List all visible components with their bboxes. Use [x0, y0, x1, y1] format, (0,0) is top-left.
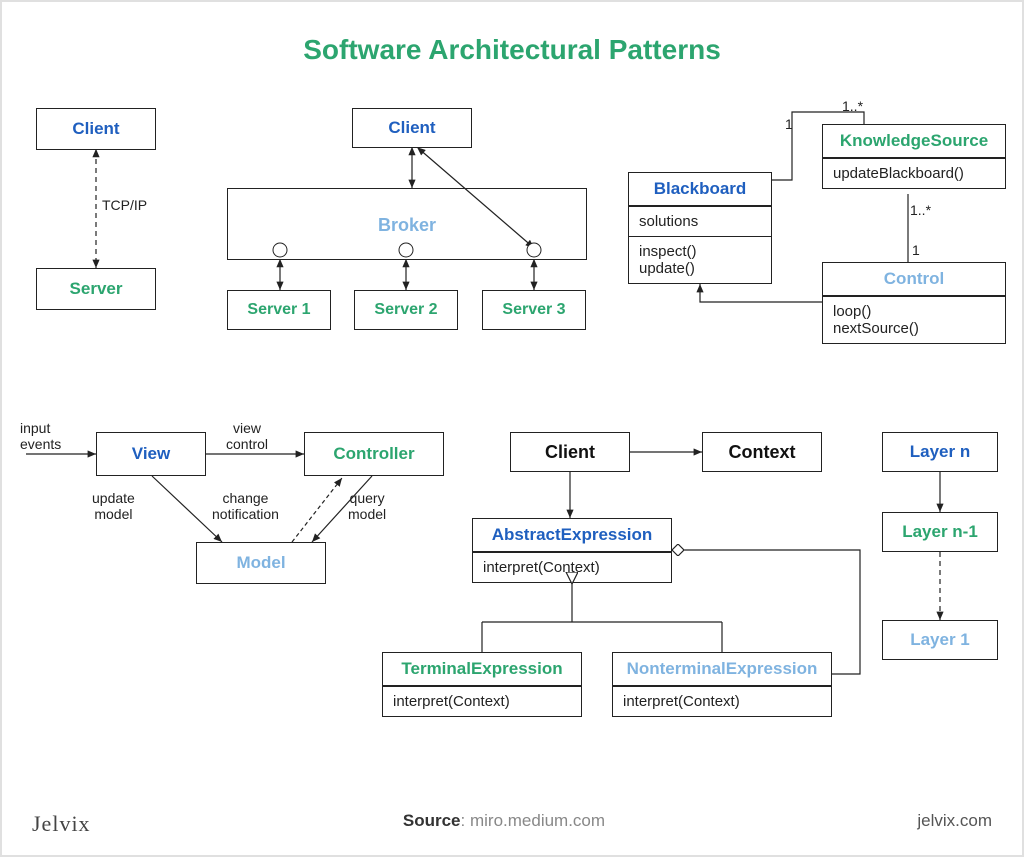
int-terminal-name: TerminalExpression — [383, 653, 581, 686]
mvc-query-label: query model — [348, 490, 386, 522]
int-terminal-ops: interpret(Context) — [383, 686, 581, 716]
knowledge-ops: updateBlackboard() — [823, 158, 1005, 188]
broker-server1-box: Server 1 — [227, 290, 331, 330]
footer: Jelvix Source: miro.medium.com jelvix.co… — [2, 811, 1022, 837]
blackboard-name: Blackboard — [629, 173, 771, 206]
blackboard-box: Blackboard solutions inspect() update() — [628, 172, 772, 284]
blackboard-attr: solutions — [629, 206, 771, 236]
broker-server2-label: Server 2 — [355, 295, 457, 325]
layer-n-box: Layer n — [882, 432, 998, 472]
broker-client-box: Client — [352, 108, 472, 148]
page-title: Software Architectural Patterns — [2, 34, 1022, 66]
mvc-input-label: input events — [20, 420, 61, 452]
broker-server2-box: Server 2 — [354, 290, 458, 330]
cs-edge-label: TCP/IP — [102, 197, 147, 213]
control-ops: loop() nextSource() — [823, 296, 1005, 343]
int-context-box: Context — [702, 432, 822, 472]
layer-n1-box: Layer n-1 — [882, 512, 998, 552]
int-nonterminal-ops: interpret(Context) — [613, 686, 831, 716]
cs-server-label: Server — [37, 273, 155, 305]
mvc-model-label: Model — [197, 547, 325, 579]
cs-server-box: Server — [36, 268, 156, 310]
int-abstract-ops: interpret(Context) — [473, 552, 671, 582]
broker-server1-label: Server 1 — [228, 295, 330, 325]
footer-logo: Jelvix — [32, 811, 91, 837]
cs-client-label: Client — [37, 113, 155, 145]
layer-n1-label: Layer n-1 — [883, 516, 997, 548]
int-context-label: Context — [703, 436, 821, 469]
broker-box: Broker — [227, 188, 587, 260]
footer-source-label: Source — [403, 811, 461, 830]
int-terminal-box: TerminalExpression interpret(Context) — [382, 652, 582, 717]
mvc-viewcontrol-label: view control — [226, 420, 268, 452]
mvc-update-label: update model — [92, 490, 135, 522]
int-abstract-box: AbstractExpression interpret(Context) — [472, 518, 672, 583]
int-client-label: Client — [511, 436, 629, 469]
mvc-controller-label: Controller — [305, 438, 443, 470]
int-abstract-name: AbstractExpression — [473, 519, 671, 552]
footer-site: jelvix.com — [917, 811, 992, 837]
mvc-view-label: View — [97, 438, 205, 470]
layer-n-label: Layer n — [883, 436, 997, 468]
knowledge-name: KnowledgeSource — [823, 125, 1005, 158]
bb-mult-1: 1 — [785, 116, 793, 132]
footer-source-value: miro.medium.com — [470, 811, 605, 830]
broker-label: Broker — [228, 207, 586, 242]
mvc-controller-box: Controller — [304, 432, 444, 476]
control-name: Control — [823, 263, 1005, 296]
mvc-change-label: change notification — [212, 490, 279, 522]
mvc-view-box: View — [96, 432, 206, 476]
knowledge-box: KnowledgeSource updateBlackboard() — [822, 124, 1006, 189]
control-box: Control loop() nextSource() — [822, 262, 1006, 344]
layer-1-label: Layer 1 — [883, 624, 997, 656]
mvc-model-box: Model — [196, 542, 326, 584]
ctrl-mult-1: 1 — [912, 242, 920, 258]
footer-source: Source: miro.medium.com — [403, 811, 605, 837]
broker-server3-box: Server 3 — [482, 290, 586, 330]
int-nonterminal-name: NonterminalExpression — [613, 653, 831, 686]
broker-server3-label: Server 3 — [483, 295, 585, 325]
bb-mult-many: 1..* — [842, 98, 863, 114]
blackboard-ops: inspect() update() — [629, 236, 771, 283]
layer-1-box: Layer 1 — [882, 620, 998, 660]
int-client-box: Client — [510, 432, 630, 472]
int-nonterminal-box: NonterminalExpression interpret(Context) — [612, 652, 832, 717]
cs-client-box: Client — [36, 108, 156, 150]
broker-client-label: Client — [353, 112, 471, 144]
ctrl-mult-many: 1..* — [910, 202, 931, 218]
